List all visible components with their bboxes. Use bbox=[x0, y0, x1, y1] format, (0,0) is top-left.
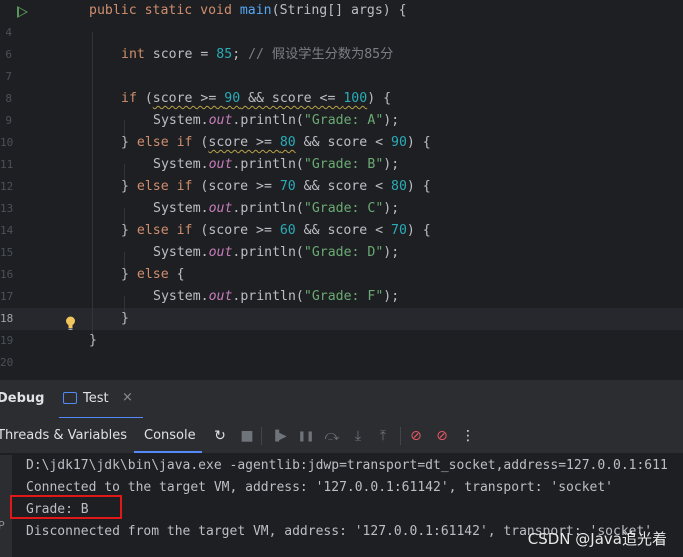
console-output[interactable]: P D:\jdk17\jdk\bin\java.exe -agentlib:jd… bbox=[0, 455, 683, 557]
code-editor[interactable]: public static void main(String[] args) {… bbox=[0, 0, 683, 379]
code-text: int score = 85; // 假设学生分数为85分 bbox=[121, 47, 394, 62]
line-number: 19 bbox=[0, 334, 14, 347]
line-number: 7 bbox=[5, 70, 12, 83]
line-number: 11 bbox=[0, 158, 14, 171]
code-line: 18} bbox=[0, 308, 683, 330]
line-number: 14 bbox=[0, 224, 14, 237]
session-window-icon bbox=[63, 392, 77, 404]
rerun-icon[interactable]: ↻ bbox=[211, 427, 229, 445]
step-out-icon[interactable]: ⤒ bbox=[374, 427, 392, 445]
line-number: 6 bbox=[5, 48, 12, 61]
watermark: CSDN @Java追光着 bbox=[527, 530, 667, 548]
code-line: 15 System.out.println("Grade: D"); bbox=[0, 242, 683, 264]
code-text: System.out.println("Grade: B"); bbox=[153, 157, 400, 172]
code-line: public static void main(String[] args) { bbox=[0, 0, 683, 22]
line-number: 16 bbox=[0, 268, 14, 281]
code-line: 7 bbox=[0, 66, 683, 88]
line-number: 4 bbox=[5, 26, 12, 39]
code-text: } else if (score >= 60 && score < 70) { bbox=[121, 223, 431, 238]
code-text: public static void main(String[] args) { bbox=[89, 3, 407, 18]
toolbar-separator bbox=[400, 427, 401, 445]
code-line: 12 } else if (score >= 70 && score < 80) … bbox=[0, 176, 683, 198]
indent-guide bbox=[92, 32, 93, 334]
tool-window-title: Debug bbox=[0, 391, 45, 406]
line-number: 18 bbox=[0, 312, 14, 325]
code-line: 10 } else if (score >= 80 && score < 90) … bbox=[0, 132, 683, 154]
code-text: } else { bbox=[121, 267, 185, 282]
toolbar-separator bbox=[261, 427, 262, 445]
code-text: System.out.println("Grade: C"); bbox=[153, 201, 400, 216]
line-number: 8 bbox=[5, 92, 12, 105]
code-line: 8 if (score >= 90 && score <= 100) { bbox=[0, 88, 683, 110]
step-over-icon[interactable]: ⤼ bbox=[323, 427, 341, 445]
code-text: System.out.println("Grade: D"); bbox=[153, 245, 400, 260]
tab-console[interactable]: Console bbox=[144, 428, 196, 443]
code-line: 16 } else { bbox=[0, 264, 683, 286]
pause-icon[interactable]: ❚❚ bbox=[297, 427, 315, 445]
console-tab-indicator bbox=[134, 451, 202, 453]
code-text: if (score >= 90 && score <= 100) { bbox=[121, 91, 392, 106]
grade-highlight-box bbox=[10, 495, 122, 519]
code-line: 4 bbox=[0, 22, 683, 44]
code-line: 6 int score = 85; // 假设学生分数为85分 bbox=[0, 44, 683, 66]
code-line: 20 bbox=[0, 352, 683, 374]
indent-guide bbox=[124, 252, 125, 268]
code-text: System.out.println("Grade: A"); bbox=[153, 113, 400, 128]
step-into-icon[interactable]: ⤓ bbox=[349, 427, 367, 445]
indent-guide bbox=[124, 120, 125, 136]
debug-tool-window-header: Debug Test × bbox=[0, 379, 683, 419]
resume-icon[interactable]: ▐▶ bbox=[270, 427, 288, 445]
indent-guide bbox=[124, 296, 125, 312]
code-line: 17 System.out.println("Grade: F"); bbox=[0, 286, 683, 308]
line-number: 10 bbox=[0, 136, 14, 149]
more-options-icon[interactable]: ⋮ bbox=[459, 427, 477, 445]
code-text: System.out.println("Grade: F"); bbox=[153, 289, 400, 304]
view-breakpoints-icon[interactable]: ⊘ bbox=[407, 427, 425, 445]
line-number: 13 bbox=[0, 202, 14, 215]
tab-test-session[interactable]: Test × bbox=[55, 380, 143, 419]
line-number: 17 bbox=[0, 290, 14, 303]
code-text: } bbox=[89, 333, 97, 348]
code-line: 13 System.out.println("Grade: C"); bbox=[0, 198, 683, 220]
line-number: 15 bbox=[0, 246, 14, 259]
line-number: 12 bbox=[0, 180, 14, 193]
code-line: 14 } else if (score >= 60 && score < 70) … bbox=[0, 220, 683, 242]
code-line: 19} bbox=[0, 330, 683, 352]
code-text: } else if (score >= 70 && score < 80) { bbox=[121, 179, 431, 194]
debug-toolbar: Threads & Variables Console ↻ ■ ▐▶ ❚❚ ⤼ ⤓ ⤒ ⊘ ⊘ ⋮ bbox=[0, 418, 683, 454]
indent-guide bbox=[124, 164, 125, 180]
lightbulb-icon[interactable] bbox=[65, 316, 76, 331]
code-line: 9 System.out.println("Grade: A"); bbox=[0, 110, 683, 132]
tab-test-label: Test bbox=[83, 391, 109, 406]
console-line-command: D:\jdk17\jdk\bin\java.exe -agentlib:jdwp… bbox=[26, 458, 668, 473]
mute-breakpoints-icon[interactable]: ⊘ bbox=[433, 427, 451, 445]
line-number: 9 bbox=[5, 114, 12, 127]
code-text: } else if (score >= 80 && score < 90) { bbox=[121, 135, 431, 150]
console-side-letter: P bbox=[0, 519, 5, 532]
code-text: } bbox=[121, 311, 129, 326]
run-gutter-icon[interactable] bbox=[17, 6, 28, 18]
line-number: 20 bbox=[0, 356, 14, 369]
stop-icon[interactable]: ■ bbox=[238, 427, 256, 445]
close-icon[interactable]: × bbox=[122, 390, 133, 405]
code-line: 11 System.out.println("Grade: B"); bbox=[0, 154, 683, 176]
indent-guide bbox=[124, 208, 125, 224]
tab-threads-variables[interactable]: Threads & Variables bbox=[0, 428, 127, 443]
